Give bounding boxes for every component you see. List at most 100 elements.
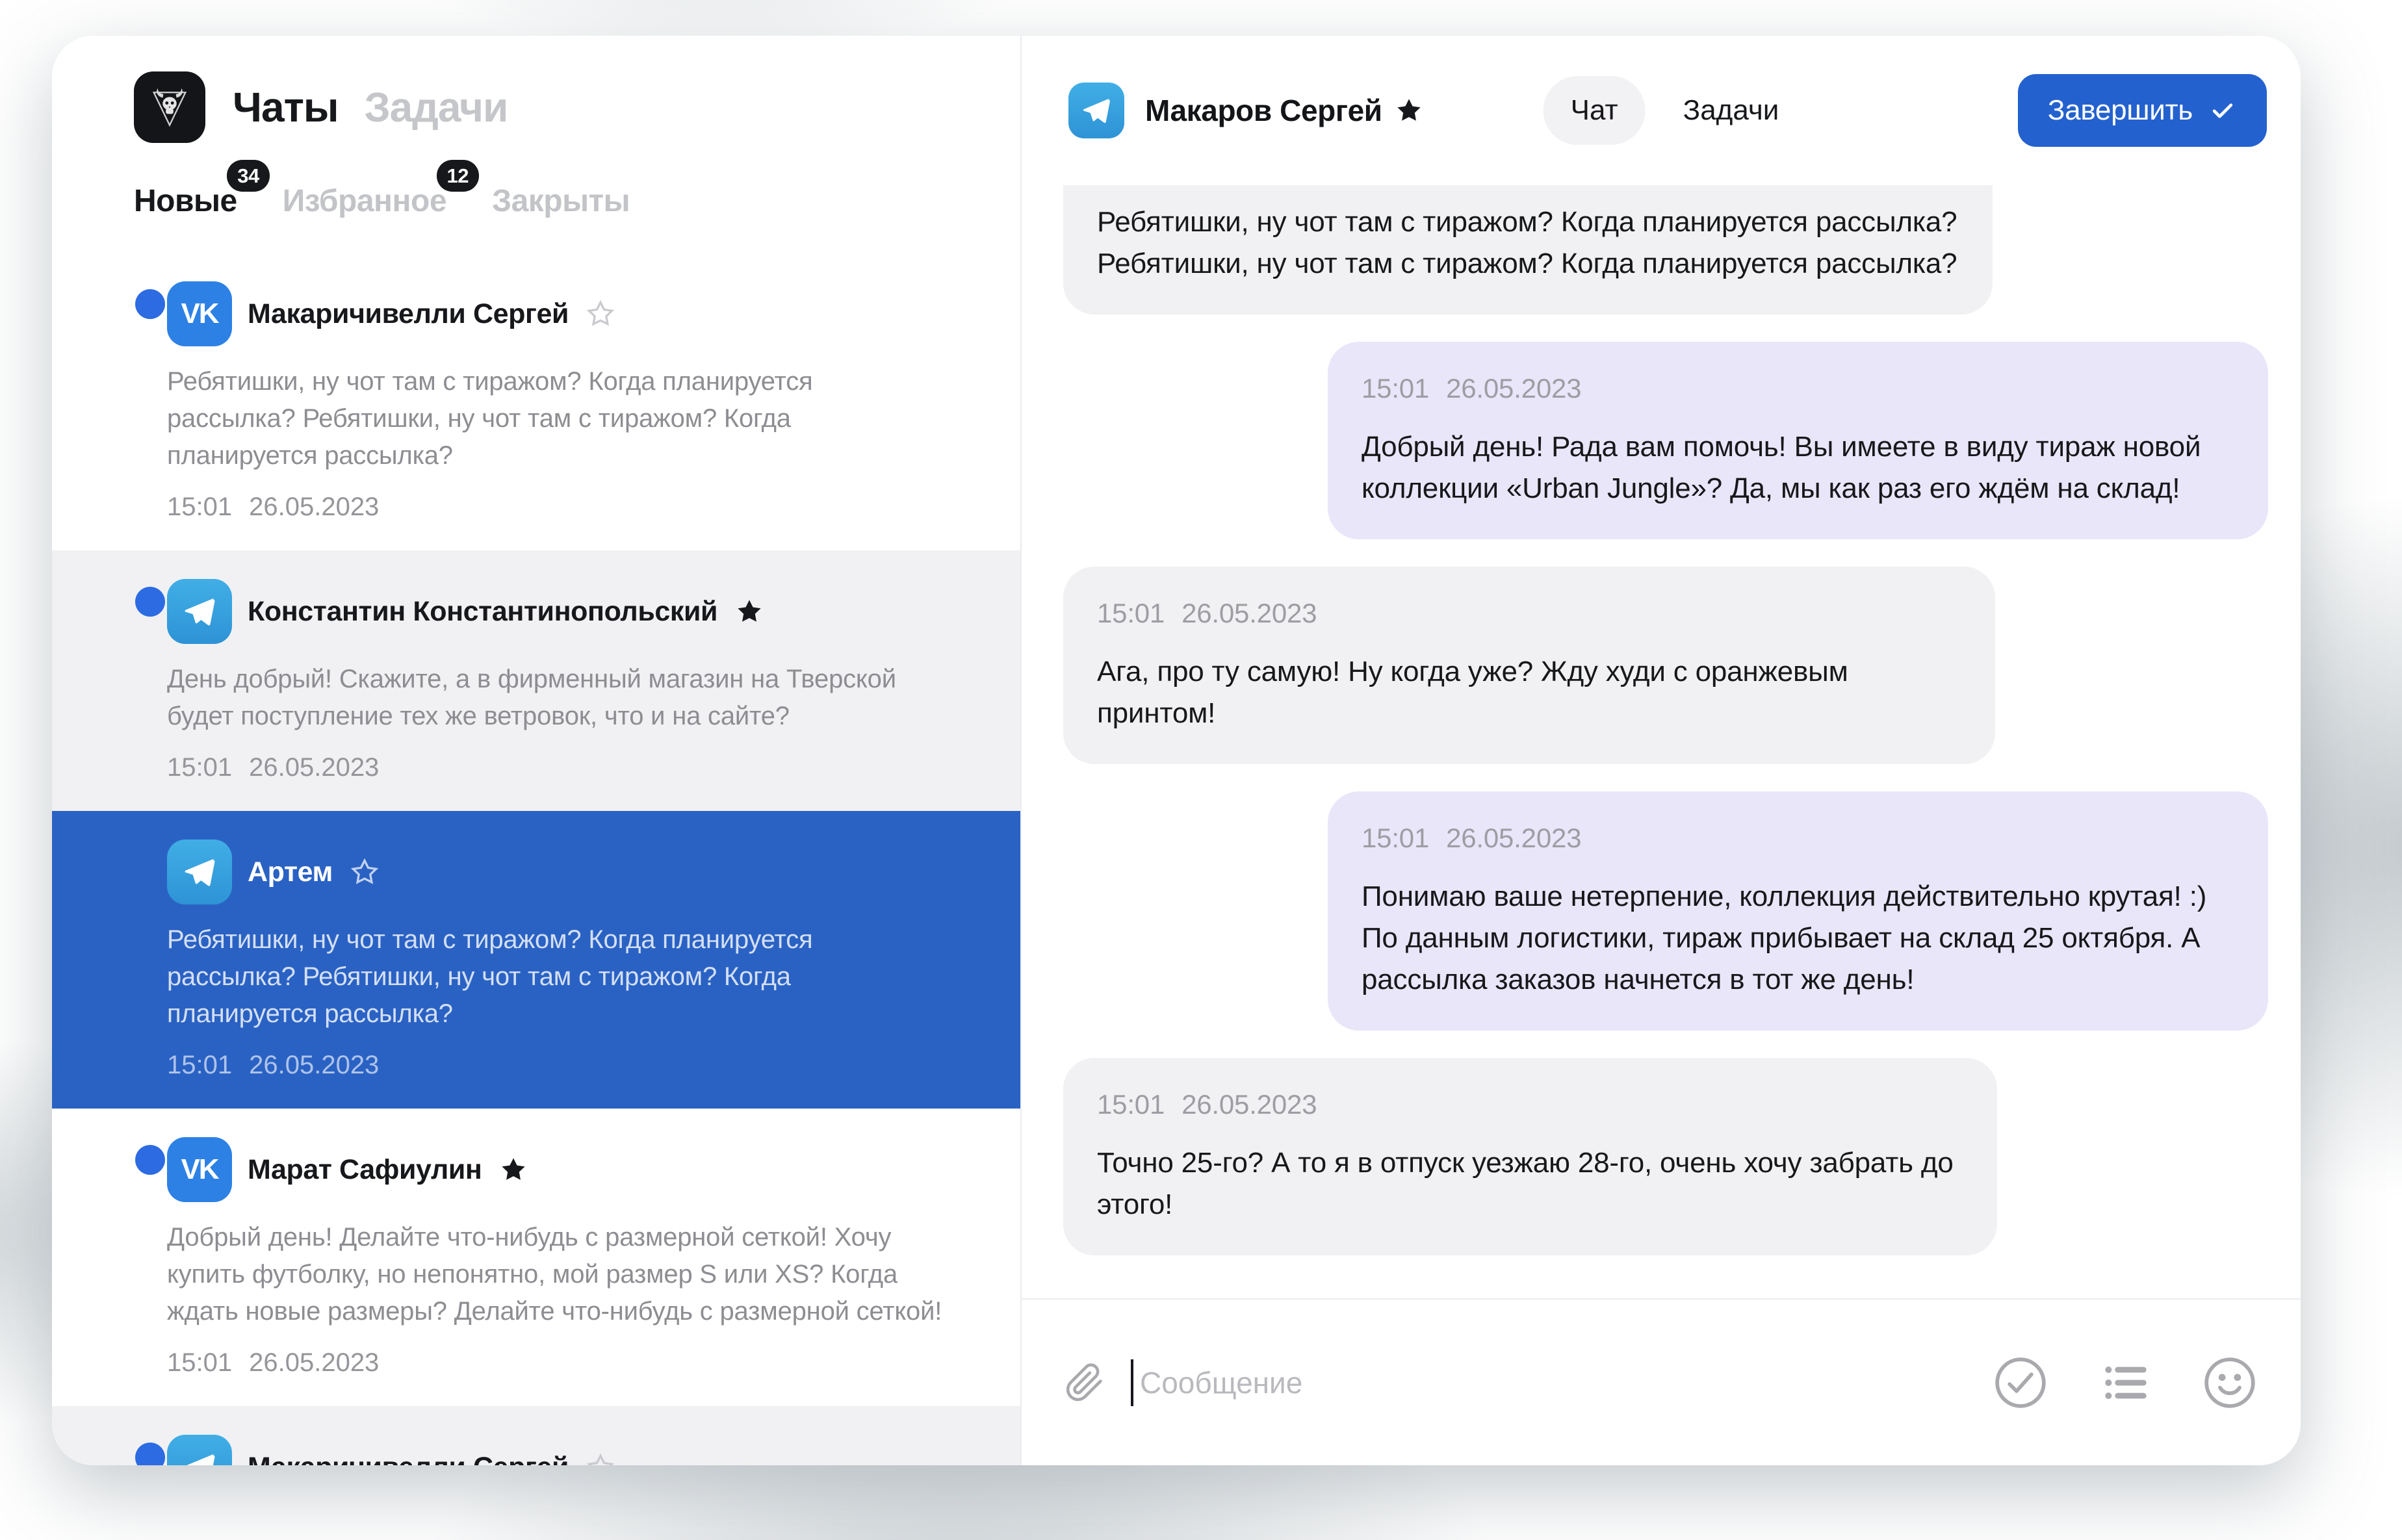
chat-date: 26.05.2023 xyxy=(249,1051,379,1080)
chat-time: 15:01 xyxy=(167,493,232,522)
favorite-star-icon[interactable] xyxy=(586,299,615,329)
smiley-icon[interactable] xyxy=(2202,1355,2258,1411)
message-timestamp: 15:01 26.05.2023 xyxy=(1097,593,1961,634)
vk-glyph: VK xyxy=(181,1153,218,1186)
check-circle-icon[interactable] xyxy=(1993,1355,2048,1411)
tab-tasks[interactable]: Задачи xyxy=(1683,94,1779,127)
telegram-channel-icon xyxy=(1068,83,1124,138)
finish-button[interactable]: Завершить xyxy=(2018,74,2267,147)
message-history[interactable]: Ребятишки, ну чот там с тиражом? Когда п… xyxy=(1022,185,2301,1298)
incoming-message: Ребятишки, ну чот там с тиражом? Когда п… xyxy=(1063,185,1993,314)
chat-date: 26.05.2023 xyxy=(249,1348,379,1378)
chat-name: Артем xyxy=(248,856,333,888)
outgoing-message: 15:01 26.05.2023 Понимаю ваше нетерпение… xyxy=(1328,791,2268,1031)
tab-chat[interactable]: Чат xyxy=(1543,76,1646,145)
message-time: 15:01 xyxy=(1362,368,1429,409)
sidebar-header: Чаты Задачи xyxy=(52,36,1020,143)
chat-preview: Ребятишки, ну чот там с тиражом? Когда п… xyxy=(167,921,944,1033)
conversation-pane: Макаров Сергей Чат Задачи Завершить Ребя… xyxy=(1022,36,2301,1465)
outgoing-message: 15:01 26.05.2023 Добрый день! Рада вам п… xyxy=(1328,342,2268,539)
chat-timestamp: 15:01 26.05.2023 xyxy=(167,753,944,782)
filter-tab-closed-label: Закрыты xyxy=(492,184,630,218)
message-text: Добрый день! Рада вам помочь! Вы имеете … xyxy=(1362,426,2234,509)
message-time: 15:01 xyxy=(1097,593,1165,634)
unread-indicator xyxy=(135,587,165,617)
telegram-channel-icon xyxy=(167,1435,232,1465)
message-timestamp: 15:01 26.05.2023 xyxy=(1362,368,2234,409)
checkmark-icon xyxy=(2208,96,2237,125)
message-text: Ребятишки, ну чот там с тиражом? Когда п… xyxy=(1097,201,1959,285)
message-time: 15:01 xyxy=(1097,1084,1165,1125)
composer-actions xyxy=(1993,1355,2258,1411)
chat-timestamp: 15:01 26.05.2023 xyxy=(167,1348,944,1378)
telegram-channel-icon xyxy=(167,579,232,644)
filter-tab-closed[interactable]: Закрыты xyxy=(492,183,630,219)
skull-goat-icon xyxy=(144,82,195,133)
favorite-star-icon[interactable] xyxy=(498,1155,528,1185)
nav-tab-tasks[interactable]: Задачи xyxy=(365,83,508,131)
favorite-star-icon[interactable] xyxy=(734,597,764,626)
message-time: 15:01 xyxy=(1362,817,1429,859)
favorite-star-icon[interactable] xyxy=(586,1452,615,1465)
paperclip-icon[interactable] xyxy=(1065,1363,1105,1403)
brand-logo xyxy=(134,71,205,143)
chat-time: 15:01 xyxy=(167,1348,232,1378)
message-composer: Сообщение xyxy=(1022,1298,2301,1465)
message-timestamp: 15:01 26.05.2023 xyxy=(1097,1084,1963,1125)
unread-indicator xyxy=(135,1443,165,1465)
chat-time: 15:01 xyxy=(167,1051,232,1080)
filter-tab-new[interactable]: Новые 34 xyxy=(134,183,237,219)
chat-name: Константин Константинопольский xyxy=(248,596,717,628)
chat-date: 26.05.2023 xyxy=(249,753,379,782)
chat-name: Макаричивелли Сергей xyxy=(248,298,569,330)
text-cursor xyxy=(1131,1359,1133,1406)
vk-channel-icon: VK xyxy=(167,281,232,346)
message-timestamp: 15:01 26.05.2023 xyxy=(1362,817,2234,859)
message-input[interactable]: Сообщение xyxy=(1140,1365,1302,1400)
message-date: 26.05.2023 xyxy=(1182,593,1317,634)
app-window: Чаты Задачи Новые 34 Избранное 12 Закрыт… xyxy=(52,36,2301,1465)
nav-tab-chats[interactable]: Чаты xyxy=(233,83,339,131)
chat-filter-tabs: Новые 34 Избранное 12 Закрыты xyxy=(134,183,1020,219)
message-date: 26.05.2023 xyxy=(1446,817,1581,859)
incoming-message: 15:01 26.05.2023 Ага, про ту самую! Ну к… xyxy=(1063,567,1995,764)
filter-tab-new-badge: 34 xyxy=(227,160,269,192)
chat-preview: Добрый день! Делайте что-нибудь с размер… xyxy=(167,1219,944,1330)
contact-name: Макаров Сергей xyxy=(1145,93,1382,128)
filter-tab-favorites-label: Избранное xyxy=(283,184,446,218)
vk-glyph: VK xyxy=(181,298,218,330)
message-text: Понимаю ваше нетерпение, коллекция дейст… xyxy=(1362,876,2234,1001)
vk-channel-icon: VK xyxy=(167,1137,232,1202)
message-text: Точно 25-го? А то я в отпуск уезжаю 28-г… xyxy=(1097,1142,1963,1226)
chat-list-item-selected[interactable]: Артем Ребятишки, ну чот там с тиражом? К… xyxy=(52,811,1020,1109)
chat-name: Марат Сафиулин xyxy=(248,1154,482,1186)
chat-list: VK Макаричивелли Сергей Ребятишки, ну чо… xyxy=(52,253,1020,1465)
chat-list-item[interactable]: Макаричивелли Сергей Ребятишки, ну чот т… xyxy=(52,1406,1020,1465)
conversation-header: Макаров Сергей Чат Задачи Завершить xyxy=(1022,36,2301,185)
chat-date: 26.05.2023 xyxy=(249,493,379,522)
message-text: Ага, про ту самую! Ну когда уже? Жду худ… xyxy=(1097,651,1961,734)
telegram-channel-icon xyxy=(167,840,232,905)
message-date: 26.05.2023 xyxy=(1182,1084,1317,1125)
chat-list-item[interactable]: VK Макаричивелли Сергей Ребятишки, ну чо… xyxy=(52,253,1020,550)
incoming-message: 15:01 26.05.2023 Точно 25-го? А то я в о… xyxy=(1063,1058,1997,1255)
filter-tab-favorites-badge: 12 xyxy=(437,160,479,192)
app-nav-tabs: Чаты Задачи xyxy=(233,83,508,131)
chat-preview: День добрый! Скажите, а в фирменный мага… xyxy=(167,661,944,735)
favorite-star-icon[interactable] xyxy=(1394,96,1424,125)
conversation-mode-tabs: Чат Задачи xyxy=(1543,76,1779,145)
unread-indicator xyxy=(135,1145,165,1175)
bullet-list-icon[interactable] xyxy=(2099,1357,2151,1409)
filter-tab-favorites[interactable]: Избранное 12 xyxy=(283,183,446,219)
filter-tab-new-label: Новые xyxy=(134,184,237,218)
unread-indicator xyxy=(135,289,165,319)
sidebar: Чаты Задачи Новые 34 Избранное 12 Закрыт… xyxy=(52,36,1022,1465)
chat-timestamp: 15:01 26.05.2023 xyxy=(167,493,944,522)
favorite-star-icon[interactable] xyxy=(350,857,380,887)
chat-list-item[interactable]: Константин Константинопольский День добр… xyxy=(52,550,1020,811)
finish-button-label: Завершить xyxy=(2048,94,2193,127)
chat-preview: Ребятишки, ну чот там с тиражом? Когда п… xyxy=(167,363,944,474)
chat-list-item[interactable]: VK Марат Сафиулин Добрый день! Делайте ч… xyxy=(52,1109,1020,1406)
chat-timestamp: 15:01 26.05.2023 xyxy=(167,1051,944,1080)
chat-name: Макаричивелли Сергей xyxy=(248,1452,569,1466)
